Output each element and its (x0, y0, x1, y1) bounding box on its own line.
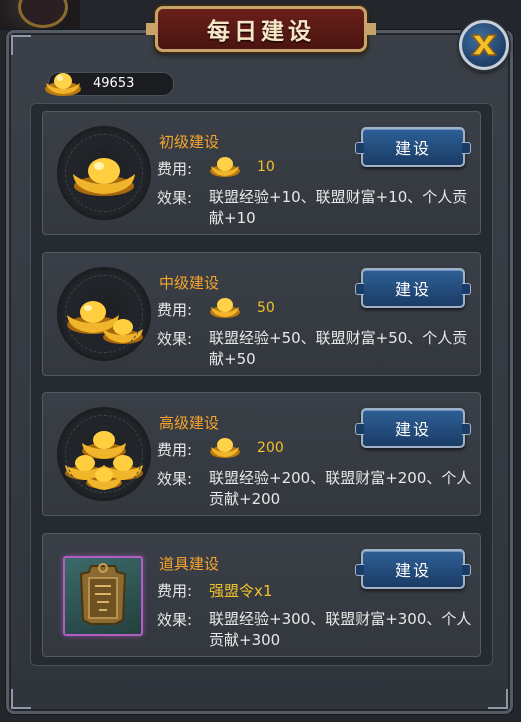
effect-label: 效果: (157, 470, 193, 488)
build-option-item: 道具建设 费用: 强盟令x1 效果: 联盟经验+300、联盟财富+300、个人贡… (42, 533, 481, 657)
gold-ingot-icon (45, 73, 81, 96)
effect-label: 效果: (157, 330, 193, 348)
build-option-basic: 初级建设 费用: 10 效果: 联盟经验+10、联盟财富+10、个人贡献+10 … (42, 111, 481, 235)
build-option-intermediate: 中级建设 费用: 50 效果: 联盟经验+50、联盟财富+50、个人贡献+50 … (42, 252, 481, 376)
effect-label: 效果: (157, 189, 193, 207)
cost-value: 10 (257, 159, 275, 175)
effect-text: 联盟经验+50、联盟财富+50、个人贡献+50 (209, 329, 468, 368)
build-option-advanced: 高级建设 费用: 200 效果: 联盟经验+200、联盟财富+200、个人贡献+… (42, 392, 481, 516)
double-gold-ingot-icon (67, 301, 143, 344)
build-button-intermediate[interactable]: 建设 (355, 268, 471, 308)
gold-ingot-icon (210, 298, 240, 318)
effect-label: 效果: (157, 611, 193, 629)
gold-ingot-pile-icon (65, 431, 143, 490)
item-name: 初级建设 (159, 133, 220, 151)
item-icon-background (57, 407, 151, 501)
single-gold-ingot-icon (73, 158, 135, 196)
item-name: 中级建设 (159, 274, 220, 292)
item-slot (63, 556, 143, 636)
effect-text: 联盟经验+300、联盟财富+300、个人贡献+300 (209, 610, 472, 649)
cost-value: 强盟令x1 (209, 582, 273, 600)
cost-value: 50 (257, 300, 275, 316)
currency-display: 49653 (45, 72, 174, 96)
cost-label: 费用: (157, 301, 193, 319)
item-name: 高级建设 (159, 414, 220, 432)
close-button[interactable] (459, 20, 509, 70)
alliance-token-icon (79, 563, 127, 625)
item-icon-background (57, 267, 151, 361)
effect-text: 联盟经验+10、联盟财富+10、个人贡献+10 (209, 188, 468, 227)
currency-amount: 49653 (93, 76, 135, 91)
item-name: 道具建设 (159, 555, 220, 573)
title-plate: 每日建设 (146, 6, 376, 52)
build-button-advanced[interactable]: 建设 (355, 408, 471, 448)
background-ornament (0, 0, 80, 30)
build-button-basic[interactable]: 建设 (355, 127, 471, 167)
gold-ingot-icon (210, 438, 240, 458)
gold-ingot-icon (210, 157, 240, 177)
close-icon (470, 34, 498, 56)
cost-value: 200 (257, 440, 284, 456)
effect-text: 联盟经验+200、联盟财富+200、个人贡献+200 (209, 469, 472, 508)
build-button-item[interactable]: 建设 (355, 549, 471, 589)
cost-label: 费用: (157, 441, 193, 459)
item-icon-background (57, 126, 151, 220)
dialog-title: 每日建设 (207, 19, 315, 45)
cost-label: 费用: (157, 160, 193, 178)
cost-label: 费用: (157, 582, 193, 600)
